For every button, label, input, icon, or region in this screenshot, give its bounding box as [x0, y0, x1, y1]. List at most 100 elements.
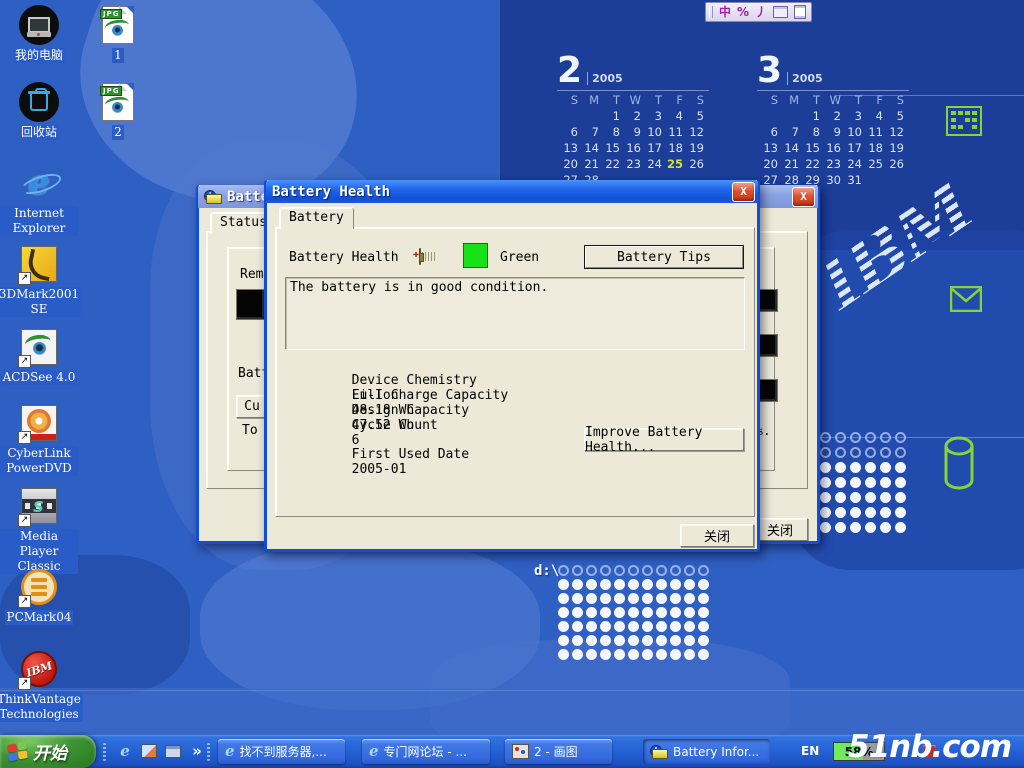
- dot: [895, 432, 906, 443]
- tray-red-icon[interactable]: [923, 745, 936, 758]
- desktop-icon-media-player-classic[interactable]: S ↗ Media Player Classic: [0, 485, 78, 574]
- taskbar-button-ie-1[interactable]: e 找不到服务器,...: [218, 739, 345, 764]
- dot: [820, 462, 831, 473]
- dot: [586, 593, 597, 604]
- dot: [656, 621, 667, 632]
- desktop-icon-jpg-2[interactable]: JPG 2: [79, 81, 157, 140]
- close-icon[interactable]: X: [792, 187, 815, 207]
- dot: [698, 593, 709, 604]
- improve-battery-health-button[interactable]: Improve Battery Health...: [584, 428, 744, 451]
- desktop-icon-internet-explorer[interactable]: e Internet Explorer: [0, 162, 78, 236]
- calendar-day: 26: [683, 157, 704, 171]
- calendar-day: 9: [820, 125, 841, 139]
- desktop-icon-pcmark04[interactable]: ↗ PCMark04: [0, 566, 78, 625]
- close-icon[interactable]: X: [732, 182, 755, 202]
- icon-label: PCMark04: [5, 610, 74, 625]
- battery-health-dialog: Battery Health X Battery Battery Health …: [264, 180, 760, 552]
- quick-launch-separator: [207, 743, 210, 761]
- condition-textbox[interactable]: The battery is in good condition.: [285, 277, 745, 350]
- calendar-year: 2005: [787, 72, 823, 85]
- icon-label: 2: [112, 125, 124, 140]
- dot: [698, 565, 709, 576]
- close-button[interactable]: 关闭: [680, 524, 754, 547]
- language-indicator[interactable]: EN: [801, 744, 819, 758]
- calendar-day: [883, 173, 904, 187]
- calendar-day: 4: [662, 109, 683, 123]
- quick-launch-overflow-chevron[interactable]: »: [188, 742, 206, 760]
- title-bar[interactable]: Battery Health X: [266, 180, 758, 203]
- language-bar-grip[interactable]: [709, 6, 713, 18]
- field-value: 2005-01: [352, 462, 407, 477]
- desktop-icon-acdsee[interactable]: ↗ ACDSee 4.0: [0, 326, 78, 385]
- desktop-icon-thinkvantage[interactable]: IBM ↗ ThinkVantage Technologies: [0, 648, 78, 722]
- wallpaper-shape: [200, 540, 540, 710]
- dot: [628, 607, 639, 618]
- quick-launch-mail-icon[interactable]: [140, 742, 158, 760]
- battery-tips-button[interactable]: Battery Tips: [584, 245, 744, 269]
- dot: [895, 507, 906, 518]
- ime-mode-icon[interactable]: %: [737, 6, 749, 18]
- desktop-icon-jpg-1[interactable]: JPG 1: [79, 4, 157, 63]
- quick-launch-ie-icon[interactable]: e: [116, 742, 134, 760]
- start-button[interactable]: 开始: [0, 735, 96, 768]
- calendar-day: 6: [557, 125, 578, 139]
- calendar-day: 15: [599, 141, 620, 155]
- dot: [835, 477, 846, 488]
- internet-explorer-icon: e: [18, 162, 60, 204]
- language-bar[interactable]: 中 % 丿: [705, 2, 812, 22]
- dot: [670, 607, 681, 618]
- desktop-icon-3dmark2001[interactable]: ↗ 3DMark2001 SE: [0, 243, 78, 317]
- dot: [820, 432, 831, 443]
- desktop-icon-recycle-bin[interactable]: 回收站: [0, 81, 78, 140]
- shortcut-arrow-icon: ↗: [18, 431, 31, 444]
- dot: [614, 565, 625, 576]
- shortcut-arrow-icon: ↗: [18, 514, 31, 527]
- dot: [684, 649, 695, 660]
- battery-gauge: [757, 289, 778, 312]
- calendar-day: 22: [799, 157, 820, 171]
- dot: [865, 462, 876, 473]
- taskbar-button-ie-2[interactable]: e 专门网论坛 - ...: [362, 739, 490, 764]
- taskbar: 开始 e » e 找不到服务器,... e 专门网论坛 - ... 2 - 画图…: [0, 735, 1024, 768]
- dot: [586, 621, 597, 632]
- calendar-day: 10: [841, 125, 862, 139]
- quick-launch-show-desktop-icon[interactable]: [164, 742, 182, 760]
- close-button[interactable]: 关闭: [752, 518, 808, 541]
- desktop-icon-my-computer[interactable]: 我的电脑: [0, 4, 78, 63]
- dot: [558, 635, 569, 646]
- calendar-header: 3 2005: [757, 56, 909, 91]
- calendar-day: 1: [799, 109, 820, 123]
- dot: [865, 507, 876, 518]
- dot: [670, 621, 681, 632]
- tab-page: Battery Health ✚ Green Battery Tips The …: [275, 227, 755, 517]
- dot: [642, 593, 653, 604]
- dot: [614, 607, 625, 618]
- calendar-day: 11: [862, 125, 883, 139]
- language-menu-icon[interactable]: [794, 5, 806, 19]
- calendar-day: 1: [599, 109, 620, 123]
- dot: [684, 593, 695, 604]
- tab-battery[interactable]: Battery: [279, 207, 354, 229]
- tray-battery-meter[interactable]: 58%: [833, 742, 885, 761]
- shortcut-arrow-icon: ↗: [18, 272, 31, 285]
- calendar-day: 30: [820, 173, 841, 187]
- keyboard-icon[interactable]: [773, 6, 788, 18]
- dot: [586, 635, 597, 646]
- health-status-text: Green: [500, 250, 539, 265]
- wallpaper-shape: [0, 688, 1024, 735]
- taskbar-button-battery-information[interactable]: ! Battery Infor...: [643, 739, 770, 764]
- dot: [684, 565, 695, 576]
- taskbar-button-paint[interactable]: 2 - 画图: [505, 739, 612, 764]
- desktop-icon-powerdvd[interactable]: ↗ CyberLink PowerDVD: [0, 402, 78, 476]
- calendar-day: 23: [620, 157, 641, 171]
- dot: [865, 447, 876, 458]
- dot: [880, 432, 891, 443]
- dot: [880, 522, 891, 533]
- calendar-weekday: F: [662, 93, 683, 107]
- dot: [600, 565, 611, 576]
- ime-punct-icon[interactable]: 丿: [755, 6, 767, 18]
- cylinder-icon: [942, 436, 976, 490]
- calendar-day: 24: [641, 157, 662, 171]
- dot: [895, 447, 906, 458]
- ime-chinese-icon[interactable]: 中: [719, 6, 731, 18]
